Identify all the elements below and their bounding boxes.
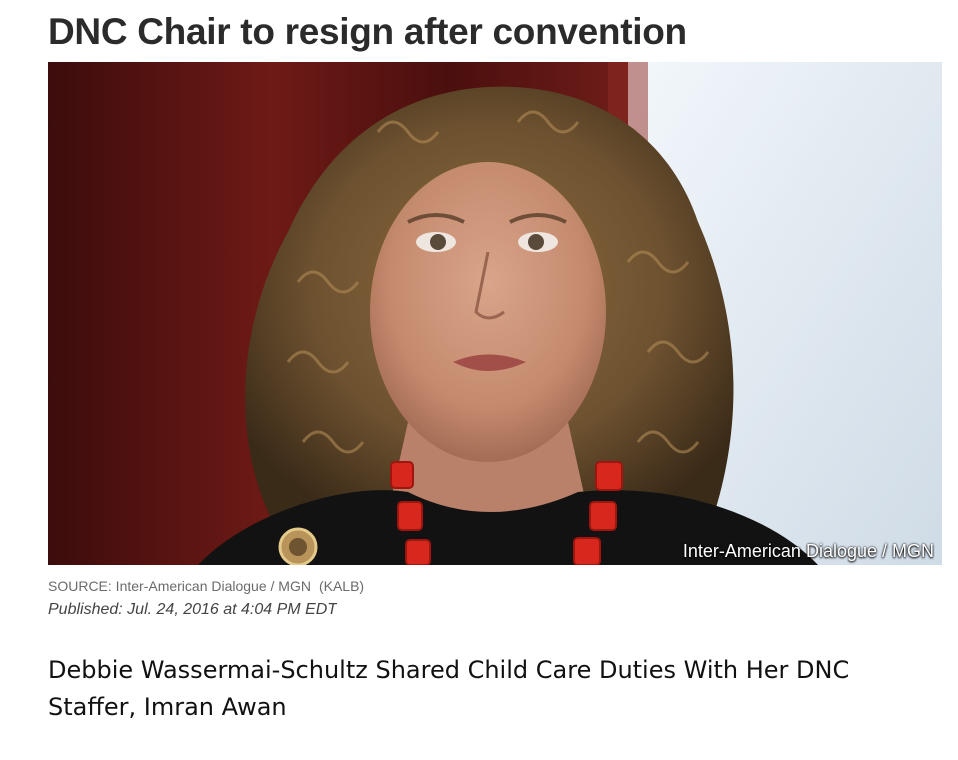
article-headline: DNC Chair to resign after convention: [48, 11, 687, 52]
published-label: Published:: [48, 601, 123, 617]
published-line: Published: Jul. 24, 2016 at 4:04 PM EDT: [48, 601, 337, 617]
photo-credit-overlay: Inter-American Dialogue / MGN: [682, 541, 934, 561]
portrait-illustration: [48, 62, 942, 565]
source-label: SOURCE: Inter-American Dialogue / MGN: [48, 578, 311, 594]
source-line: SOURCE: Inter-American Dialogue / MGN (KA…: [48, 578, 364, 594]
article-photo: Inter-American Dialogue / MGN: [48, 62, 942, 565]
published-date: Jul. 24, 2016 at 4:04 PM EDT: [127, 601, 338, 617]
post-caption: Debbie Wassermai-Schultz Shared Child Ca…: [48, 656, 850, 721]
source-station: (KALB): [318, 578, 365, 594]
